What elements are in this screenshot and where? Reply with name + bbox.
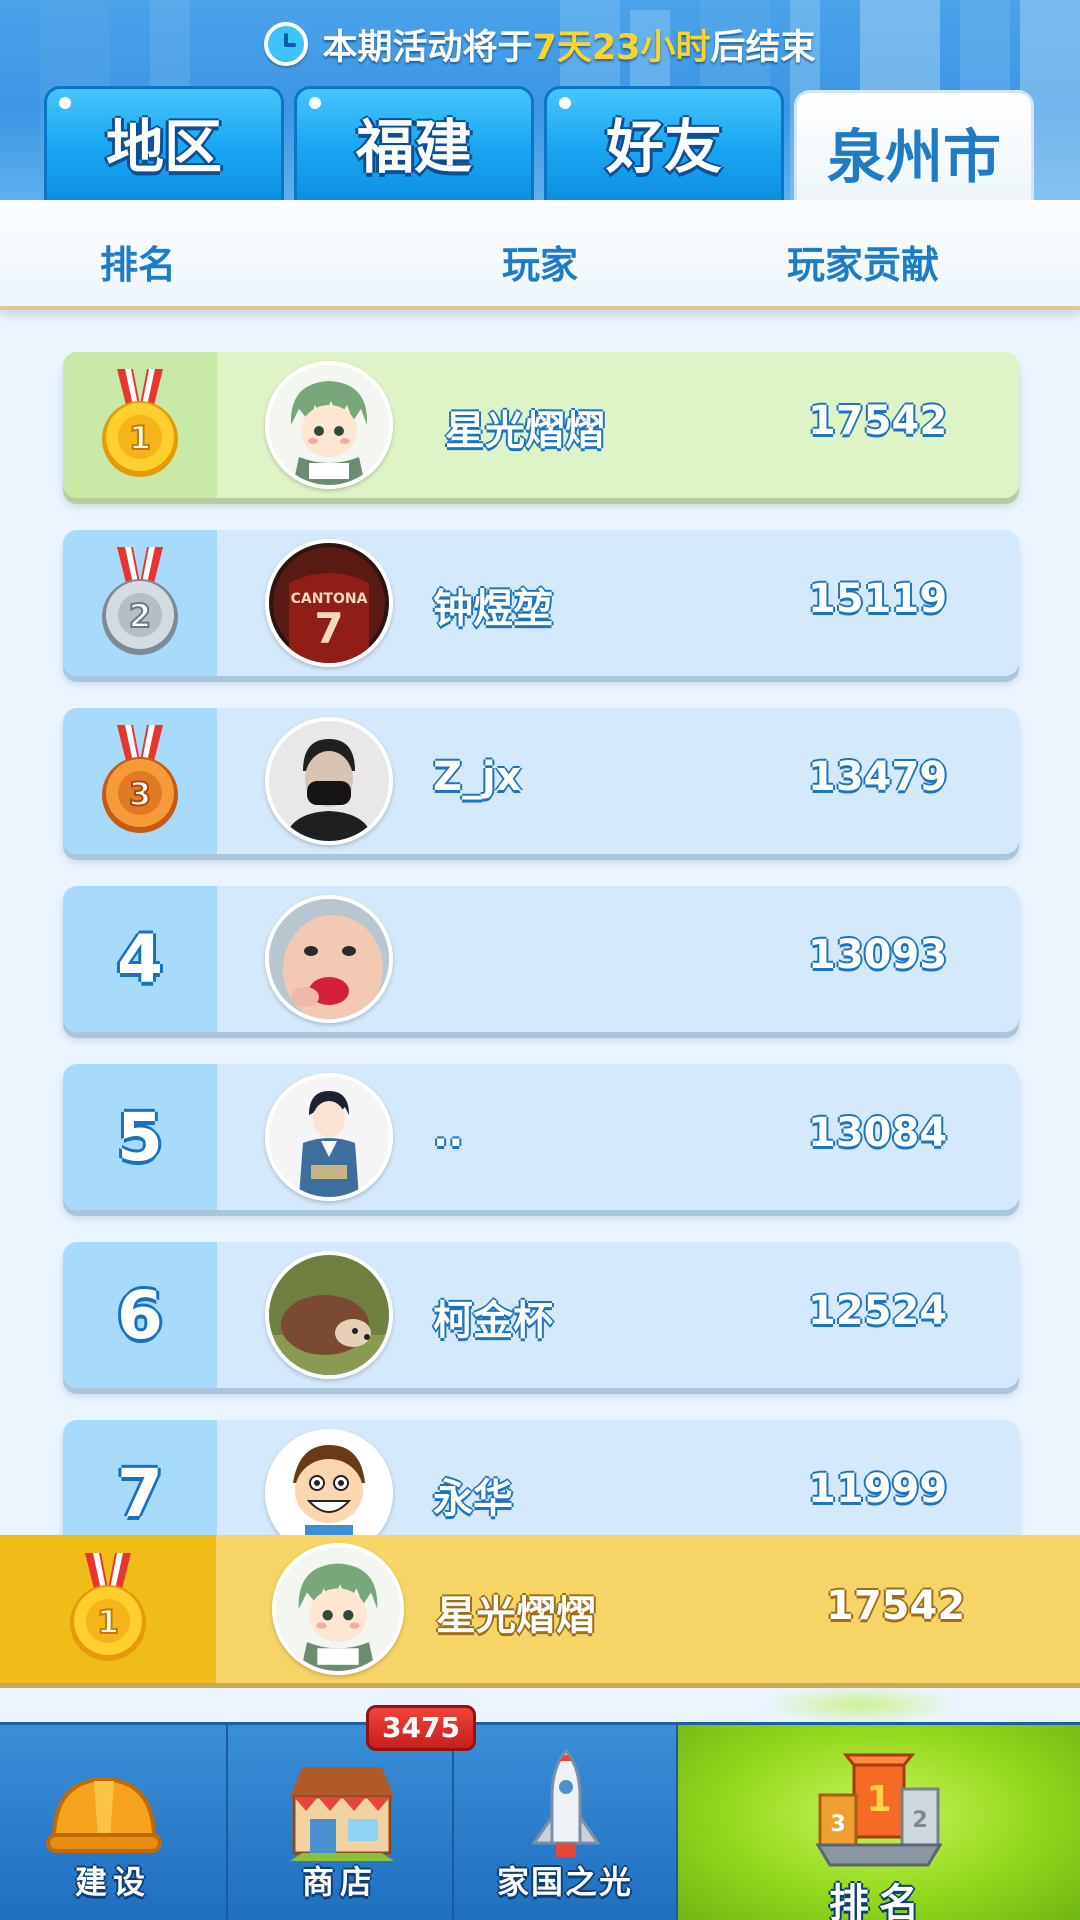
player-score: 13093 bbox=[808, 932, 948, 978]
timer-remaining: 7天23小时 bbox=[532, 27, 711, 68]
my-player-score: 17542 bbox=[826, 1583, 966, 1629]
tab-friends[interactable]: 好友 bbox=[544, 86, 784, 200]
ranking-row[interactable]: 5 .. 13084 bbox=[63, 1064, 1019, 1210]
bronze-medal-icon: 3 bbox=[102, 725, 178, 833]
anime-boy-avatar[interactable] bbox=[265, 361, 393, 489]
top-banner: 本期活动将于7天23小时后结束 地区 福建 好友 泉州市 bbox=[0, 0, 1080, 200]
svg-text:1: 1 bbox=[129, 419, 151, 457]
player-score: 12524 bbox=[808, 1288, 948, 1334]
reading-boy-avatar[interactable] bbox=[265, 1073, 393, 1201]
svg-text:3: 3 bbox=[830, 1812, 845, 1837]
svg-text:1: 1 bbox=[866, 1779, 891, 1820]
rank-cell: 6 bbox=[63, 1242, 217, 1388]
ranking-row[interactable]: 3 Z_jx 13479 bbox=[63, 708, 1019, 854]
svg-text:2: 2 bbox=[129, 597, 151, 635]
column-player: 玩家 bbox=[502, 243, 579, 287]
rank-cell: 1 bbox=[63, 352, 217, 498]
rocket-icon bbox=[531, 1748, 601, 1857]
player-name: Z_jx bbox=[433, 754, 522, 800]
player-name: 星光熠熠 bbox=[445, 408, 605, 454]
hardhat-icon bbox=[46, 1776, 162, 1853]
nav-glow bbox=[760, 1685, 960, 1725]
region-tabs: 地区 福建 好友 泉州市 bbox=[44, 86, 1036, 200]
rank-cell: 7 bbox=[63, 1420, 217, 1535]
shop-icon bbox=[290, 1767, 394, 1861]
player-name: 永华 bbox=[433, 1476, 513, 1522]
player-score: 15119 bbox=[808, 576, 948, 622]
nav-build-label: 建设 bbox=[74, 1863, 151, 1901]
player-score: 11999 bbox=[808, 1466, 948, 1512]
cartoon-boy-avatar[interactable] bbox=[265, 1429, 393, 1535]
rank-number: 4 bbox=[117, 920, 163, 998]
anime-boy-avatar[interactable] bbox=[272, 1543, 404, 1675]
ranking-row[interactable]: 6 柯金杯 12524 bbox=[63, 1242, 1019, 1388]
player-name: 钟煜堃 bbox=[433, 586, 553, 632]
player-name: 柯金杯 bbox=[433, 1298, 553, 1344]
nav-build[interactable]: 建设 bbox=[0, 1725, 228, 1920]
rank-number: 6 bbox=[117, 1276, 163, 1354]
nav-ranking-label: 排名 bbox=[829, 1881, 929, 1920]
ranking-list[interactable]: 1 星光熠熠 17542 2 CANTONA 7 钟煜堃 15119 3 Z_j… bbox=[0, 310, 1080, 1535]
rank-cell: 3 bbox=[63, 708, 217, 854]
rank-cell: 5 bbox=[63, 1064, 217, 1210]
svg-text:2: 2 bbox=[912, 1808, 927, 1833]
nav-national-glory[interactable]: 家国之光 bbox=[454, 1725, 678, 1920]
column-contribution: 玩家贡献 bbox=[787, 243, 940, 287]
tab-region[interactable]: 地区 bbox=[44, 86, 284, 200]
my-player-name: 星光熠熠 bbox=[436, 1593, 596, 1639]
my-rank-cell: 1 bbox=[0, 1535, 216, 1683]
child-avatar[interactable] bbox=[265, 895, 393, 1023]
rank-number: 5 bbox=[117, 1098, 163, 1176]
svg-text:1: 1 bbox=[97, 1603, 119, 1641]
column-rank: 排名 bbox=[100, 243, 177, 287]
column-header: 排名 玩家 玩家贡献 bbox=[0, 200, 1080, 310]
nav-shop-label: 商店 bbox=[301, 1863, 378, 1901]
tab-fujian[interactable]: 福建 bbox=[294, 86, 534, 200]
jersey-avatar[interactable]: CANTONA 7 bbox=[265, 539, 393, 667]
player-score: 13479 bbox=[808, 754, 948, 800]
nav-ranking[interactable]: 1 3 2 排名 bbox=[678, 1725, 1080, 1920]
ranking-row[interactable]: 4 13093 bbox=[63, 886, 1019, 1032]
masked-man-avatar[interactable] bbox=[265, 717, 393, 845]
ranking-row[interactable]: 2 CANTONA 7 钟煜堃 15119 bbox=[63, 530, 1019, 676]
podium-icon: 1 3 2 bbox=[816, 1753, 942, 1867]
my-ranking-row[interactable]: 1 星光熠熠 17542 bbox=[0, 1535, 1080, 1683]
gold-medal-icon: 1 bbox=[70, 1553, 146, 1661]
clock-icon bbox=[264, 22, 309, 66]
rank-cell: 2 bbox=[63, 530, 217, 676]
hedgehog-avatar[interactable] bbox=[265, 1251, 393, 1379]
timer-text: 本期活动将于7天23小时后结束 bbox=[322, 27, 816, 68]
ranking-row[interactable]: 1 星光熠熠 17542 bbox=[63, 352, 1019, 498]
silver-medal-icon: 2 bbox=[102, 547, 178, 655]
nav-national-glory-label: 家国之光 bbox=[496, 1863, 633, 1901]
bottom-nav: 建设 3475 商店 家国之光 1 3 2 排名 bbox=[0, 1705, 1080, 1920]
player-score: 13084 bbox=[808, 1110, 948, 1156]
rank-number: 7 bbox=[117, 1454, 163, 1532]
tab-quanzhou[interactable]: 泉州市 bbox=[794, 90, 1034, 200]
gold-medal-icon: 1 bbox=[102, 369, 178, 477]
nav-shop[interactable]: 3475 商店 bbox=[228, 1705, 476, 1920]
player-name: .. bbox=[433, 1110, 464, 1156]
event-timer: 本期活动将于7天23小时后结束 bbox=[0, 14, 1080, 74]
ranking-row[interactable]: 7 永华 11999 bbox=[63, 1420, 1019, 1535]
svg-text:7: 7 bbox=[314, 604, 343, 653]
player-score: 17542 bbox=[808, 398, 948, 444]
svg-text:3: 3 bbox=[129, 775, 151, 813]
rank-cell: 4 bbox=[63, 886, 217, 1032]
